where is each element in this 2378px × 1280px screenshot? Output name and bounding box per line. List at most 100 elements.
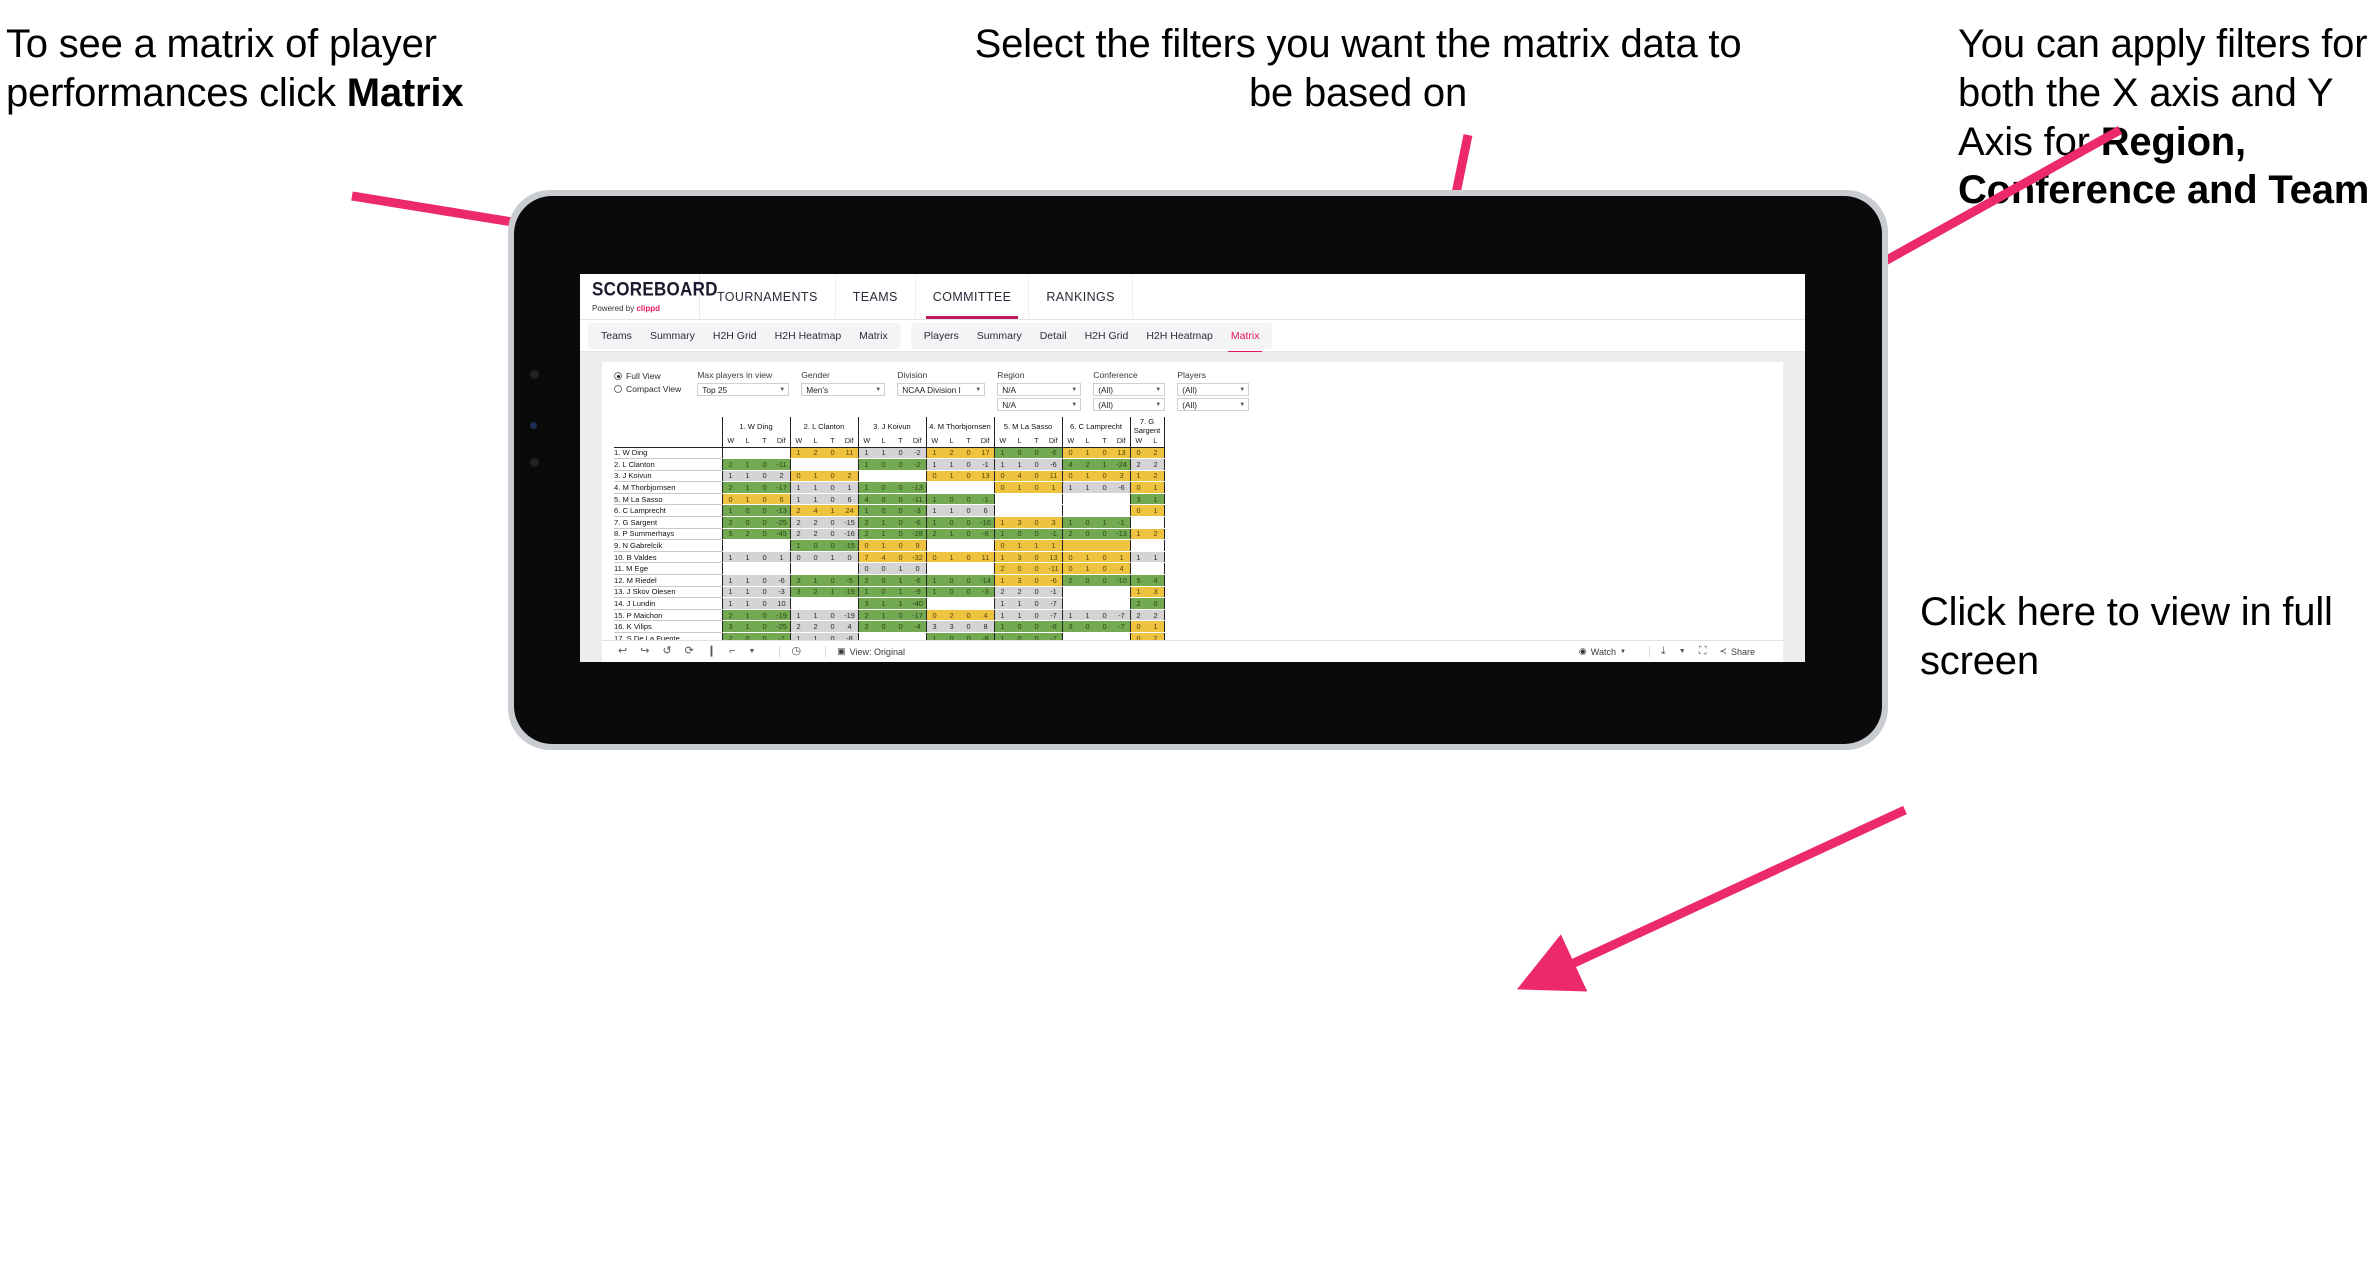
matrix-cell[interactable] — [1096, 493, 1113, 506]
matrix-cell[interactable] — [721, 539, 739, 552]
matrix-cell[interactable]: 13 — [1045, 551, 1063, 564]
matrix-cell[interactable] — [875, 470, 892, 483]
matrix-cell[interactable]: -4 — [909, 620, 927, 633]
matrix-cell[interactable]: 0 — [1028, 447, 1045, 460]
matrix-cell[interactable]: 1 — [807, 574, 824, 587]
matrix-cell[interactable]: 0 — [857, 562, 875, 576]
matrix-cell[interactable]: 0 — [993, 470, 1011, 483]
matrix-cell[interactable]: 3 — [1045, 516, 1063, 529]
matrix-cell[interactable]: 0 — [1079, 528, 1096, 541]
matrix-cell[interactable]: 1 — [857, 447, 875, 460]
matrix-cell[interactable]: 1 — [875, 539, 892, 552]
matrix-cell[interactable]: 4 — [1147, 574, 1165, 587]
matrix-cell[interactable]: 0 — [1096, 528, 1113, 541]
matrix-cell[interactable]: 1 — [925, 586, 943, 599]
matrix-cell[interactable]: 2 — [993, 586, 1011, 599]
subnav-players-h2h-grid[interactable]: H2H Grid — [1076, 323, 1138, 349]
matrix-cell[interactable]: 1 — [993, 516, 1011, 529]
subnav-players-h2h-heatmap[interactable]: H2H Heatmap — [1137, 323, 1222, 349]
matrix-cell[interactable] — [977, 562, 995, 576]
filter-players-y-select[interactable]: (All) ▼ — [1177, 398, 1250, 411]
matrix-cell[interactable] — [1096, 586, 1113, 599]
matrix-cell[interactable]: -10 — [1113, 574, 1131, 587]
matrix-cell[interactable]: 2 — [773, 470, 791, 483]
matrix-cell[interactable]: -45 — [773, 528, 791, 541]
watch-button[interactable]: ◉ Watch ▼ — [1579, 646, 1626, 657]
subnav-teams-h2h-heatmap[interactable]: H2H Heatmap — [766, 323, 851, 349]
matrix-cell[interactable]: -6 — [1045, 458, 1063, 471]
matrix-cell[interactable]: -6 — [1045, 574, 1063, 587]
matrix-cell[interactable]: -17 — [773, 481, 791, 494]
matrix-cell[interactable]: 17 — [977, 447, 995, 460]
matrix-cell[interactable]: -28 — [909, 528, 927, 541]
matrix-cell[interactable]: 0 — [892, 458, 909, 471]
matrix-cell[interactable]: -6 — [977, 528, 995, 541]
matrix-cell[interactable] — [807, 458, 824, 471]
matrix-cell[interactable]: 1 — [1061, 609, 1079, 622]
subnav-teams-summary[interactable]: Summary — [641, 323, 704, 349]
matrix-cell[interactable]: 3 — [1113, 470, 1131, 483]
matrix-cell[interactable]: 1 — [1011, 481, 1028, 494]
matrix-cell[interactable] — [1129, 516, 1147, 529]
matrix-cell[interactable]: 1 — [993, 551, 1011, 564]
topnav-item-rankings[interactable]: RANKINGS — [1029, 274, 1133, 319]
matrix-cell[interactable]: 1 — [925, 504, 943, 518]
matrix-cell[interactable]: 0 — [824, 516, 841, 529]
matrix-cell[interactable] — [943, 539, 960, 552]
matrix-cell[interactable]: 0 — [824, 470, 841, 483]
matrix-cell[interactable]: 0 — [1028, 586, 1045, 599]
matrix-cell[interactable] — [789, 597, 807, 610]
matrix-cell[interactable]: 1 — [789, 481, 807, 494]
matrix-cell[interactable]: 0 — [875, 562, 892, 576]
matrix-cell[interactable]: 4 — [857, 493, 875, 506]
matrix-cell[interactable]: -19 — [841, 609, 859, 622]
matrix-cell[interactable]: 1 — [1079, 481, 1096, 494]
matrix-cell[interactable]: 0 — [756, 516, 773, 529]
matrix-cell[interactable]: 0 — [960, 504, 977, 518]
matrix-cell[interactable]: 1 — [993, 447, 1011, 460]
matrix-cell[interactable]: 3 — [789, 586, 807, 599]
matrix-cell[interactable]: 4 — [875, 551, 892, 564]
matrix-cell[interactable] — [1129, 562, 1147, 576]
matrix-cell[interactable]: -1 — [977, 493, 995, 506]
matrix-cell[interactable]: 0 — [943, 516, 960, 529]
matrix-cell[interactable]: 0 — [1061, 470, 1079, 483]
matrix-cell[interactable]: 1 — [857, 504, 875, 518]
matrix-cell[interactable]: -7 — [1113, 609, 1131, 622]
matrix-cell[interactable]: -1 — [1045, 586, 1063, 599]
matrix-cell[interactable]: 2 — [807, 620, 824, 633]
matrix-cell[interactable]: 2 — [1011, 586, 1028, 599]
matrix-cell[interactable] — [857, 470, 875, 483]
matrix-cell[interactable]: 0 — [875, 458, 892, 471]
chevron-down-icon[interactable]: ▼ — [1679, 648, 1686, 655]
topnav-item-tournaments[interactable]: TOURNAMENTS — [700, 274, 836, 319]
matrix-cell[interactable]: 2 — [857, 516, 875, 529]
matrix-cell[interactable]: 0 — [1011, 562, 1028, 576]
matrix-cell[interactable]: 1 — [1011, 597, 1028, 610]
refresh-icon[interactable]: ⟳ — [685, 646, 694, 657]
matrix-cell[interactable]: -3 — [977, 586, 995, 599]
matrix-cell[interactable]: 0 — [875, 481, 892, 494]
matrix-cell[interactable]: 1 — [739, 574, 756, 587]
matrix-cell[interactable]: 0 — [1028, 528, 1045, 541]
matrix-cell[interactable]: 0 — [756, 609, 773, 622]
matrix-cell[interactable]: 1 — [739, 586, 756, 599]
matrix-cell[interactable]: 5 — [1129, 574, 1147, 587]
matrix-cell[interactable] — [773, 562, 791, 576]
matrix-cell[interactable]: 4 — [1011, 470, 1028, 483]
matrix-cell[interactable]: 2 — [789, 620, 807, 633]
matrix-cell[interactable] — [1113, 493, 1131, 506]
matrix-cell[interactable]: -32 — [909, 551, 927, 564]
matrix-cell[interactable]: -5 — [841, 574, 859, 587]
matrix-cell[interactable]: 2 — [1079, 458, 1096, 471]
matrix-cell[interactable]: 11 — [977, 551, 995, 564]
matrix-cell[interactable]: 2 — [943, 447, 960, 460]
matrix-cell[interactable]: 0 — [909, 562, 927, 576]
matrix-cell[interactable]: 2 — [841, 470, 859, 483]
matrix-cell[interactable]: 0 — [1096, 620, 1113, 633]
matrix-cell[interactable]: 1 — [824, 551, 841, 564]
matrix-cell[interactable] — [993, 493, 1011, 506]
filter-max-players-select[interactable]: Top 25 ▼ — [697, 383, 790, 396]
matrix-cell[interactable]: -13 — [909, 481, 927, 494]
matrix-cell[interactable]: -25 — [773, 516, 791, 529]
